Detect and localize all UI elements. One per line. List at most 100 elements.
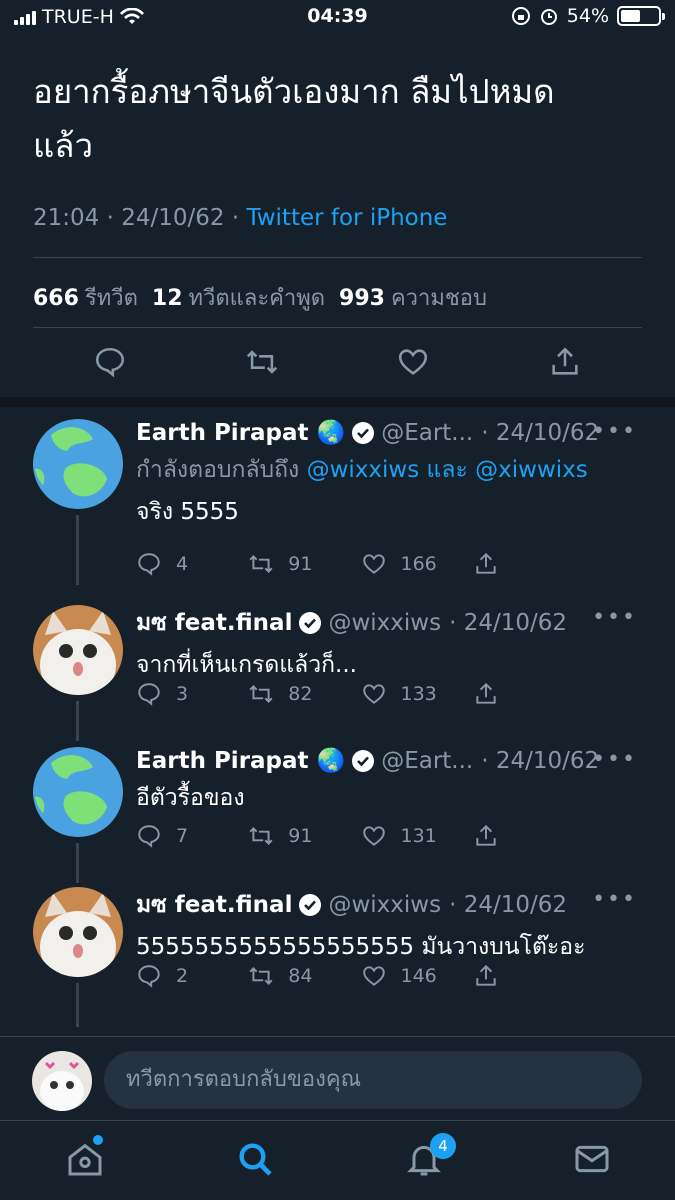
- reply-date: · 24/10/62: [481, 747, 600, 774]
- retweets-stat[interactable]: 666 รีทวีต: [33, 280, 138, 315]
- avatar[interactable]: [33, 747, 123, 837]
- notifications-badge: 4: [430, 1133, 456, 1159]
- more-options-icon[interactable]: •••: [592, 419, 637, 444]
- verified-icon: [299, 894, 322, 916]
- globe-emoji: 🌏: [316, 420, 346, 446]
- search-icon[interactable]: [235, 1139, 275, 1179]
- reply-header: Earth Pirapat 🌏 @Eart... · 24/10/62: [136, 747, 645, 775]
- more-options-icon[interactable]: •••: [592, 605, 637, 630]
- like-count-button[interactable]: 146: [361, 963, 473, 989]
- verified-icon: [352, 421, 375, 444]
- likes-stat[interactable]: 993 ความชอบ: [339, 280, 487, 315]
- reply-date: · 24/10/62: [481, 419, 600, 446]
- thread-line: [76, 701, 79, 741]
- retweet-count-button[interactable]: 84: [248, 963, 360, 989]
- reply-count-button[interactable]: 7: [136, 823, 248, 849]
- tweet-text-line: อยากรื้อภษาจีนตัวเองมาก ลืมไปหมด: [33, 72, 555, 111]
- retweet-icon: [249, 685, 273, 703]
- like-icon: [362, 684, 385, 704]
- retweet-count: 91: [288, 825, 313, 847]
- home-dot: [93, 1135, 103, 1145]
- thread-line: [76, 983, 79, 1027]
- avatar[interactable]: [33, 419, 123, 509]
- more-options-icon[interactable]: •••: [592, 887, 637, 912]
- reply-tweet[interactable]: Earth Pirapat 🌏 @Eart... · 24/10/62 ••• …: [0, 737, 675, 883]
- like-icon[interactable]: [396, 345, 430, 379]
- author-name[interactable]: มซ feat.final: [136, 887, 292, 923]
- reply-input[interactable]: ทวีตการตอบกลับของคุณ: [104, 1051, 642, 1109]
- share-button[interactable]: [473, 681, 585, 707]
- share-icon[interactable]: [548, 345, 582, 379]
- reply-count-button[interactable]: 2: [136, 963, 248, 989]
- reply-actions: 3 82 133: [136, 681, 585, 707]
- reply-date: · 24/10/62: [449, 892, 567, 918]
- retweets-label: รีทวีต: [84, 286, 138, 311]
- retweet-count-button[interactable]: 91: [248, 823, 360, 849]
- retweet-icon[interactable]: [245, 345, 279, 379]
- thread-line: [76, 515, 79, 585]
- user-avatar[interactable]: [32, 1051, 92, 1111]
- reply-date: · 24/10/62: [449, 610, 567, 636]
- quotes-stat[interactable]: 12 ทวีตและคำพูด: [152, 280, 325, 315]
- author-handle: @wixxiws: [328, 610, 442, 636]
- like-icon: [362, 966, 385, 986]
- verified-icon: [352, 749, 375, 772]
- reply-tweet[interactable]: มซ feat.final @wixxiws · 24/10/62 ••• จา…: [0, 595, 675, 741]
- share-icon: [476, 552, 496, 574]
- more-options-icon[interactable]: •••: [592, 747, 637, 772]
- retweet-icon: [249, 827, 273, 845]
- author-name[interactable]: Earth Pirapat: [136, 420, 309, 446]
- messages-icon[interactable]: [572, 1139, 612, 1179]
- reply-count: 2: [176, 965, 189, 987]
- reply-count: 7: [176, 825, 189, 847]
- author-name[interactable]: มซ feat.final: [136, 605, 292, 641]
- tweet-source-link[interactable]: Twitter for iPhone: [246, 205, 447, 231]
- reply-icon: [138, 553, 160, 576]
- alarm-icon: [540, 9, 557, 25]
- like-count: 133: [400, 683, 437, 705]
- divider: [33, 327, 642, 328]
- share-icon: [476, 824, 496, 846]
- reply-text: จริง 5555: [136, 499, 239, 525]
- like-icon: [362, 826, 385, 846]
- reply-tweet[interactable]: Earth Pirapat 🌏 @Eart... · 24/10/62 ••• …: [0, 407, 675, 585]
- retweet-count-button[interactable]: 82: [248, 681, 360, 707]
- avatar[interactable]: [33, 605, 123, 695]
- battery-icon: [617, 6, 665, 26]
- share-button[interactable]: [473, 823, 585, 849]
- tweet-stats: 666 รีทวีต 12 ทวีตและคำพูด 993 ความชอบ: [33, 280, 487, 315]
- like-count-button[interactable]: 166: [361, 551, 473, 577]
- reply-tweet[interactable]: มซ feat.final @wixxiws · 24/10/62 ••• 55…: [0, 877, 675, 1027]
- reply-icon[interactable]: [93, 345, 127, 379]
- reply-actions: 4 91 166: [136, 551, 585, 577]
- divider: [33, 257, 642, 258]
- replying-prefix: กำลังตอบกลับถึง: [136, 457, 300, 483]
- avatar[interactable]: [33, 887, 123, 977]
- tweet-time: 21:04: [33, 205, 100, 231]
- mention-link[interactable]: @xiwwixs: [475, 457, 588, 483]
- author-name[interactable]: Earth Pirapat: [136, 748, 309, 774]
- like-count-button[interactable]: 133: [361, 681, 473, 707]
- tweet-actions: [33, 345, 642, 379]
- reply-count-button[interactable]: 4: [136, 551, 248, 577]
- home-icon[interactable]: [65, 1139, 105, 1179]
- like-count: 146: [400, 965, 437, 987]
- reply-count-button[interactable]: 3: [136, 681, 248, 707]
- likes-label: ความชอบ: [390, 286, 487, 311]
- reply-compose-bar: ทวีตการตอบกลับของคุณ: [0, 1036, 675, 1120]
- reply-icon: [138, 825, 160, 848]
- status-right: 54%: [511, 5, 665, 27]
- retweets-count: 666: [33, 286, 79, 311]
- replying-to: กำลังตอบกลับถึง @wixxiws และ @xiwwixs: [136, 452, 645, 488]
- quotes-label: ทวีตและคำพูด: [188, 286, 326, 311]
- mention-link[interactable]: @wixxiws: [307, 457, 420, 483]
- reply-count: 4: [176, 553, 189, 575]
- like-count-button[interactable]: 131: [361, 823, 473, 849]
- retweet-count-button[interactable]: 91: [248, 551, 360, 577]
- quotes-count: 12: [151, 286, 183, 311]
- globe-emoji: 🌏: [316, 748, 346, 774]
- share-button[interactable]: [473, 551, 585, 577]
- like-icon: [362, 554, 385, 574]
- reply-header: มซ feat.final @wixxiws · 24/10/62: [136, 605, 645, 641]
- share-button[interactable]: [473, 963, 585, 989]
